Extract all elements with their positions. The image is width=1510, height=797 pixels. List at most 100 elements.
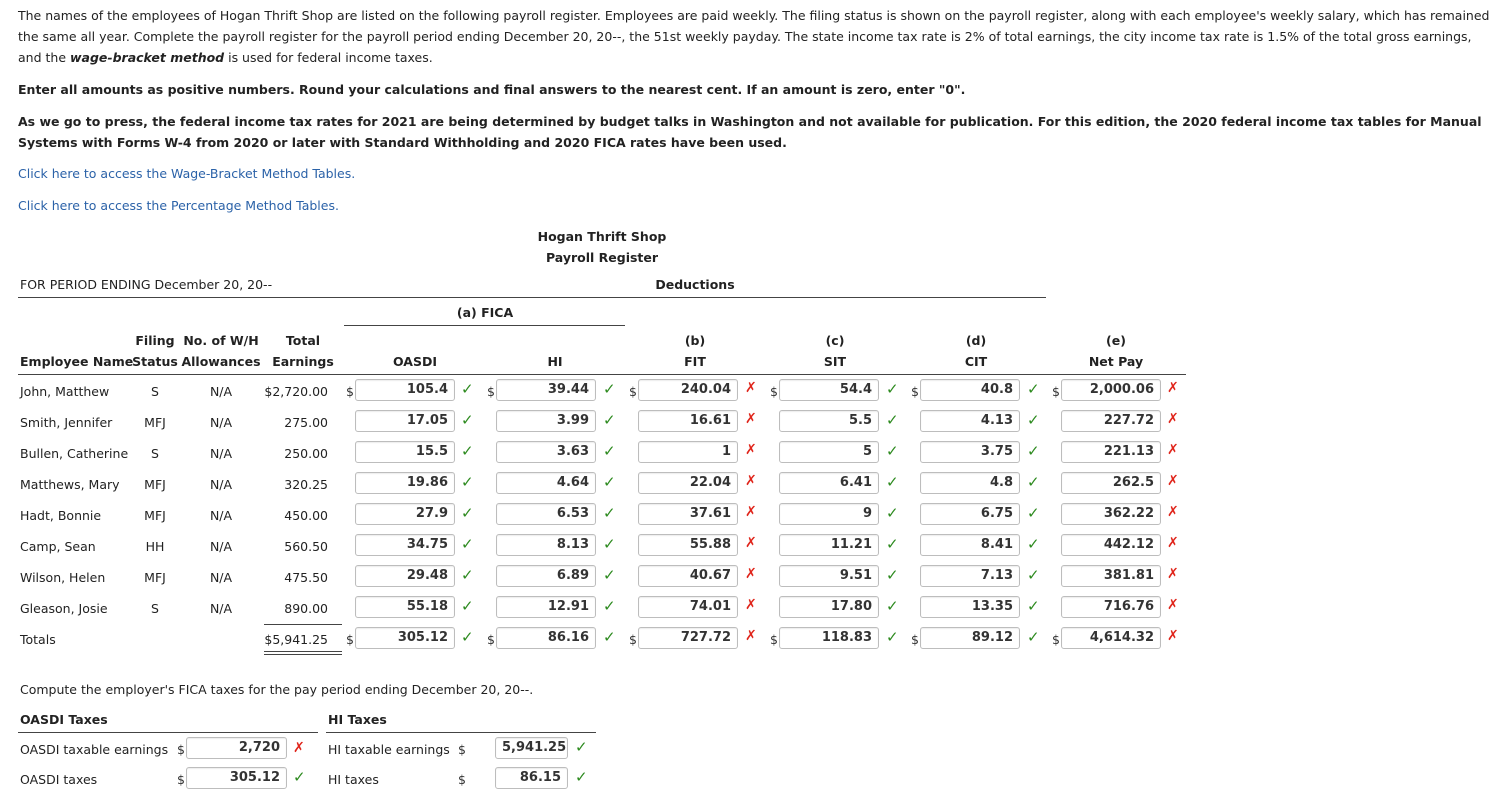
oasdi-input[interactable]: 15.5 (355, 441, 455, 463)
cit-input[interactable]: 7.13 (920, 565, 1020, 587)
fit-input[interactable]: 240.04 (638, 379, 738, 401)
cross-icon: ✗ (1167, 566, 1179, 582)
wh-header-1: No. of W/H (183, 333, 259, 348)
hi-input[interactable]: 3.99 (496, 410, 596, 432)
check-icon: ✓ (603, 597, 616, 615)
filing-status: S (151, 601, 159, 616)
total-earnings: 890.00 (284, 601, 328, 616)
net-input[interactable]: 442.12 (1061, 534, 1161, 556)
hi-input[interactable]: 12.91 (496, 596, 596, 618)
hi-taxes-input[interactable]: 86.15 (495, 767, 568, 789)
filing-status: S (151, 446, 159, 461)
employee-name: Smith, Jennifer (20, 415, 113, 430)
sit-input[interactable]: 17.80 (779, 596, 879, 618)
hi-input[interactable]: 6.53 (496, 503, 596, 525)
wage-bracket-tables-link[interactable]: Click here to access the Wage-Bracket Me… (18, 166, 355, 181)
check-icon: ✓ (461, 473, 474, 491)
hi-input[interactable]: 3.63 (496, 441, 596, 463)
oasdi-input[interactable]: 27.9 (355, 503, 455, 525)
hi-input[interactable]: 4.64 (496, 472, 596, 494)
cit-input[interactable]: 40.8 (920, 379, 1020, 401)
sit-header-1: (c) (825, 333, 845, 348)
sit-input[interactable]: 6.41 (779, 472, 879, 494)
instructions-text-end: is used for federal income taxes. (224, 50, 433, 65)
deductions-header: Deductions (655, 277, 735, 292)
cit-input[interactable]: 4.13 (920, 410, 1020, 432)
oasdi-input[interactable]: 17.05 (355, 410, 455, 432)
fica-header: (a) FICA (456, 305, 514, 320)
filing-header-2: Status (132, 354, 178, 369)
fit-input[interactable]: 37.61 (638, 503, 738, 525)
net-input[interactable]: 381.81 (1061, 565, 1161, 587)
sit-input[interactable]: 9 (779, 503, 879, 525)
cit-input[interactable]: 3.75 (920, 441, 1020, 463)
oasdi-taxes-input[interactable]: 305.12 (186, 767, 287, 789)
cit-input[interactable]: 13.35 (920, 596, 1020, 618)
total-earnings: 450.00 (284, 508, 328, 523)
check-icon: ✓ (886, 597, 899, 615)
sit-input[interactable]: 54.4 (779, 379, 879, 401)
sit-input[interactable]: 5.5 (779, 410, 879, 432)
check-icon: ✓ (1027, 473, 1040, 491)
oasdi-input[interactable]: 19.86 (355, 472, 455, 494)
check-icon: ✓ (461, 411, 474, 429)
fit-input[interactable]: 727.72 (638, 627, 738, 649)
cit-input[interactable]: 8.41 (920, 534, 1020, 556)
oasdi-taxes-title: OASDI Taxes (20, 712, 108, 727)
oasdi-taxes-label: OASDI taxes (20, 772, 98, 787)
fit-input[interactable]: 55.88 (638, 534, 738, 556)
dollar-sign: $ (629, 632, 637, 647)
fit-input[interactable]: 16.61 (638, 410, 738, 432)
cross-icon: ✗ (745, 535, 757, 551)
check-icon: ✓ (575, 738, 588, 756)
instructions-paragraph: The names of the employees of Hogan Thri… (18, 5, 1496, 68)
cit-input[interactable]: 4.8 (920, 472, 1020, 494)
filing-status: S (151, 384, 159, 399)
employer-prompt: Compute the employer's FICA taxes for th… (20, 682, 534, 697)
check-icon: ✓ (886, 566, 899, 584)
hi-input[interactable]: 39.44 (496, 379, 596, 401)
cross-icon: ✗ (745, 597, 757, 613)
check-icon: ✓ (886, 504, 899, 522)
net-input[interactable]: 2,000.06 (1061, 379, 1161, 401)
oasdi-input[interactable]: 29.48 (355, 565, 455, 587)
fit-input[interactable]: 1 (638, 441, 738, 463)
net-input[interactable]: 4,614.32 (1061, 627, 1161, 649)
check-icon: ✓ (603, 504, 616, 522)
net-input[interactable]: 716.76 (1061, 596, 1161, 618)
hi-taxable-earnings-input[interactable]: 5,941.25 (495, 737, 568, 759)
fit-input[interactable]: 74.01 (638, 596, 738, 618)
oasdi-input[interactable]: 105.4 (355, 379, 455, 401)
sit-input[interactable]: 5 (779, 441, 879, 463)
hi-input[interactable]: 86.16 (496, 627, 596, 649)
hi-input[interactable]: 6.89 (496, 565, 596, 587)
oasdi-input[interactable]: 55.18 (355, 596, 455, 618)
filing-status: HH (145, 539, 165, 554)
hi-input[interactable]: 8.13 (496, 534, 596, 556)
cit-input[interactable]: 89.12 (920, 627, 1020, 649)
net-input[interactable]: 221.13 (1061, 441, 1161, 463)
net-input[interactable]: 362.22 (1061, 503, 1161, 525)
fit-header-2: FIT (684, 354, 706, 369)
check-icon: ✓ (1027, 628, 1040, 646)
cross-icon: ✗ (745, 504, 757, 520)
oasdi-taxable-earnings-input[interactable]: 2,720 (186, 737, 287, 759)
fit-input[interactable]: 40.67 (638, 565, 738, 587)
net-input[interactable]: 262.5 (1061, 472, 1161, 494)
dollar-sign: $ (1052, 632, 1060, 647)
oasdi-input[interactable]: 305.12 (355, 627, 455, 649)
dollar-sign: $ (346, 632, 354, 647)
net-input[interactable]: 227.72 (1061, 410, 1161, 432)
sit-input[interactable]: 118.83 (779, 627, 879, 649)
cit-input[interactable]: 6.75 (920, 503, 1020, 525)
sit-input[interactable]: 11.21 (779, 534, 879, 556)
sit-input[interactable]: 9.51 (779, 565, 879, 587)
oasdi-input[interactable]: 34.75 (355, 534, 455, 556)
check-icon: ✓ (1027, 442, 1040, 460)
filing-status: MFJ (144, 477, 166, 492)
check-icon: ✓ (461, 628, 474, 646)
fica-divider (344, 325, 625, 326)
percentage-method-tables-link[interactable]: Click here to access the Percentage Meth… (18, 198, 339, 213)
check-icon: ✓ (1027, 380, 1040, 398)
fit-input[interactable]: 22.04 (638, 472, 738, 494)
